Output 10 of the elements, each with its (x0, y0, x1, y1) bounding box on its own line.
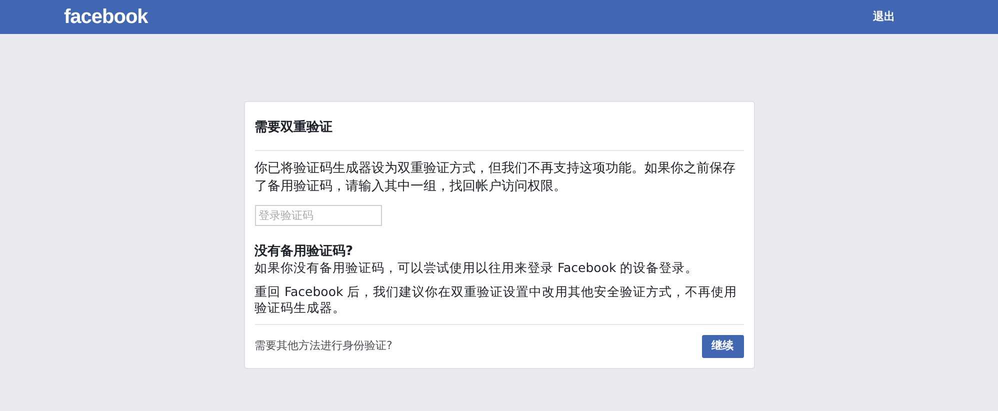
subheading: 没有备用验证码? (254, 244, 354, 260)
logout-link[interactable]: 退出 (873, 8, 895, 26)
intro-text: 你已将验证码生成器设为双重验证方式，但我们不再支持这项功能。如果你之前保存了备用验证码，请输入其中一组，找回帐户访问权限。 (254, 160, 736, 196)
paragraph: 如果你没有备用验证码，可以尝试使用以往用来登录 Facebook 的设备登录。 (254, 260, 700, 276)
code-field[interactable]: 登录验证码 (254, 205, 382, 226)
card-title: 需要双重验证 (254, 120, 332, 135)
continue-button[interactable]: 继续 (702, 335, 744, 358)
other-method-link[interactable]: 需要其他方法进行身份验证? (254, 338, 392, 355)
paragraph: 重回 Facebook 后，我们建议你在双重验证设置中改用其他安全验证方式，不再使用验证码生成器。 (254, 284, 738, 316)
logo[interactable]: facebook (64, 2, 148, 32)
